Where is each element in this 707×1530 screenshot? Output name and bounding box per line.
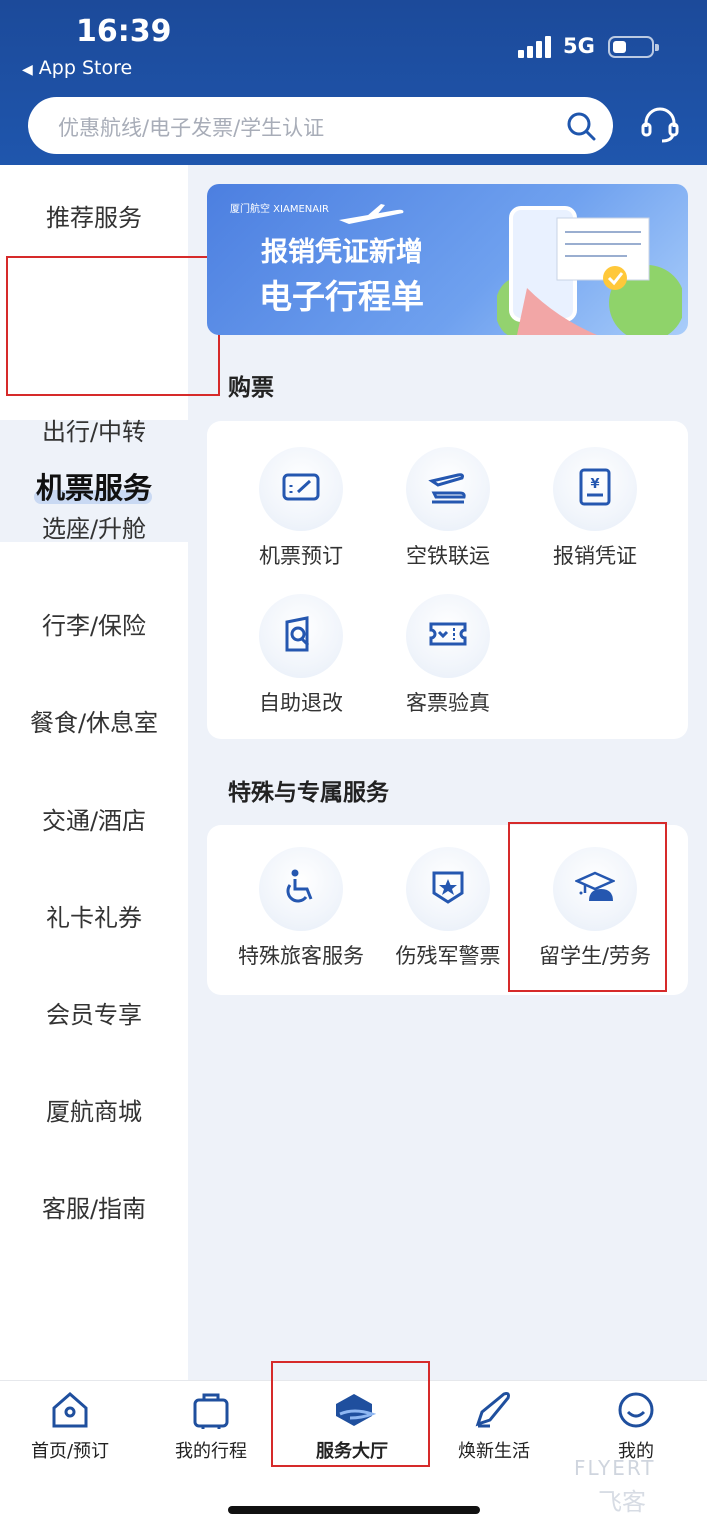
promo-banner[interactable]: 厦门航空 XIAMENAIR 报销凭证新增 电子行程单 xyxy=(207,184,688,335)
banner-headline: 报销凭证新增 xyxy=(261,237,423,268)
sidebar-item-mall[interactable]: 厦航商城 xyxy=(0,1092,188,1127)
annotation-box-service-hall xyxy=(271,1361,430,1467)
annotation-box-sidebar xyxy=(6,256,220,396)
battery-icon xyxy=(608,36,659,58)
sidebar-item-flight-service[interactable]: 机票服务 xyxy=(0,465,188,507)
signal-icon xyxy=(518,36,552,58)
smile-icon xyxy=(618,1392,654,1428)
search-icon[interactable] xyxy=(566,111,596,141)
sidebar-item-recommended[interactable]: 推荐服务 xyxy=(0,198,188,233)
network-label: 5G xyxy=(563,34,595,58)
customer-service-icon[interactable] xyxy=(638,103,682,147)
military-badge-icon xyxy=(432,871,464,904)
tile-label: 报销凭证 xyxy=(553,544,637,568)
airplane-icon xyxy=(339,204,404,224)
air-rail-icon xyxy=(428,473,466,504)
watermark-sub: 飞客 xyxy=(598,1488,646,1516)
back-app-label: App Store xyxy=(38,57,133,79)
svg-text:¥: ¥ xyxy=(590,477,599,492)
receipt-icon: ¥ xyxy=(579,468,611,506)
back-to-app-store[interactable]: ◀ App Store xyxy=(22,57,132,79)
purchase-card: 机票预订 空铁联运 ¥ 报销凭证 自助退改 客票验真 xyxy=(207,421,688,739)
wheelchair-icon xyxy=(286,869,313,903)
status-time: 16:39 xyxy=(76,14,172,49)
sidebar-item-gift-cards[interactable]: 礼卡礼券 xyxy=(0,898,188,933)
luggage-icon xyxy=(193,1393,229,1429)
home-icon xyxy=(52,1392,88,1428)
sidebar-item-travel-transfer[interactable]: 出行/中转 xyxy=(0,412,188,447)
plane-life-icon xyxy=(475,1392,510,1428)
tile-label: 客票验真 xyxy=(406,691,490,715)
nav-label: 首页/预订 xyxy=(30,1441,110,1462)
search-input[interactable]: 优惠航线/电子发票/学生认证 xyxy=(28,97,613,154)
sidebar-item-meal-lounge[interactable]: 餐食/休息室 xyxy=(0,703,188,738)
sidebar-item-transport-hotel[interactable]: 交通/酒店 xyxy=(0,801,188,836)
sidebar-item-member[interactable]: 会员专享 xyxy=(0,995,188,1030)
phone-receipt-illustration xyxy=(497,206,682,335)
watermark-text: FLYERT xyxy=(574,1456,656,1480)
search-placeholder: 优惠航线/电子发票/学生认证 xyxy=(58,116,325,140)
back-arrow-icon: ◀ xyxy=(22,62,33,78)
section-title-special: 特殊与专属服务 xyxy=(228,780,389,806)
nav-label: 焕新生活 xyxy=(458,1441,530,1462)
ticket-booking-icon xyxy=(282,473,320,501)
section-title-purchase: 购票 xyxy=(228,375,274,401)
home-indicator[interactable] xyxy=(228,1506,480,1514)
sidebar-item-baggage-insurance[interactable]: 行李/保险 xyxy=(0,606,188,641)
banner-logo: 厦门航空 XIAMENAIR xyxy=(230,204,329,215)
sidebar-item-help[interactable]: 客服/指南 xyxy=(0,1189,188,1224)
self-refund-icon xyxy=(285,616,310,652)
nav-label: 我的行程 xyxy=(175,1441,247,1462)
banner-subheadline: 电子行程单 xyxy=(259,277,424,316)
sidebar-item-seat-upgrade[interactable]: 选座/升舱 xyxy=(0,509,188,544)
ticket-verify-icon xyxy=(429,622,467,646)
annotation-box-student xyxy=(508,822,667,992)
